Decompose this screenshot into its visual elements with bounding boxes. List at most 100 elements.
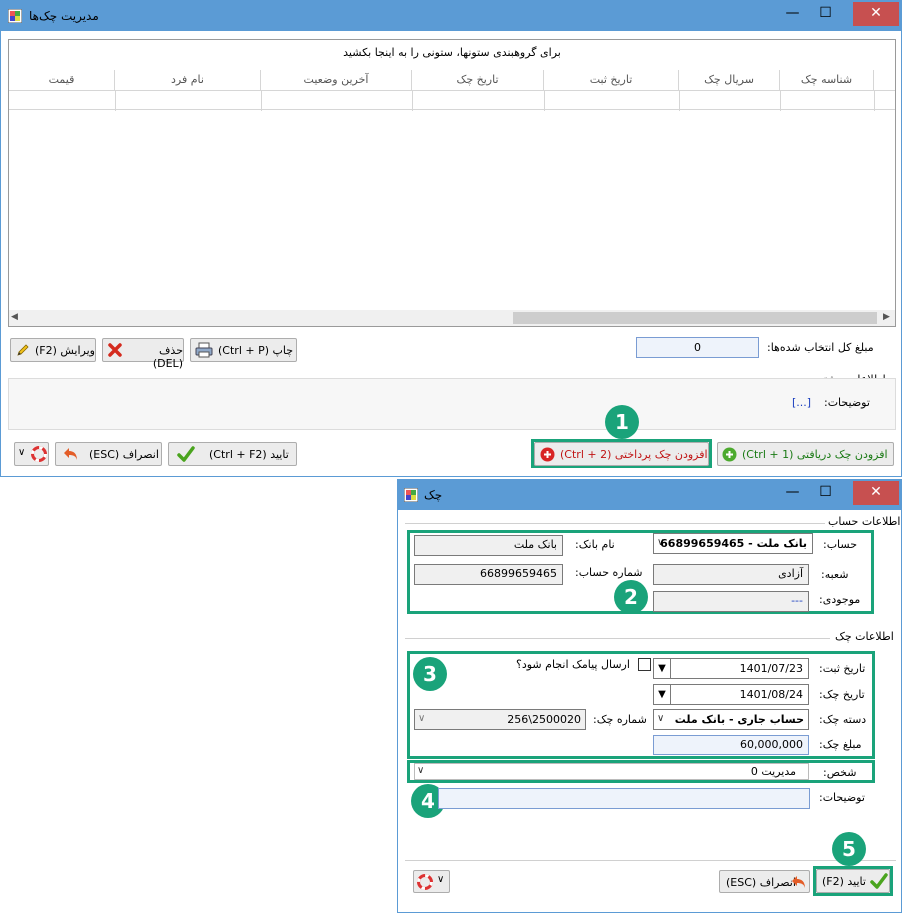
check-number-value: 256\2500020 (507, 713, 581, 726)
chevron-down-icon: ▼ (654, 685, 671, 704)
title-bar: مدیریت چک‌ها — ☐ ✕ (1, 1, 901, 31)
checkbook-value: حساب جاری - بانک ملت 9465ة (672, 713, 804, 726)
account-dropdown[interactable]: ∨ بانک ملت - 66899659465 (653, 533, 813, 554)
pencil-icon (16, 343, 30, 360)
account-number-label: شماره حساب: (575, 566, 643, 579)
column-header-check-id[interactable]: شناسه چک (780, 70, 874, 90)
check-date-value: 1401/08/24 (739, 688, 803, 701)
plus-red-icon (540, 447, 555, 465)
column-header-last-status[interactable]: آخرین وضعیت (261, 70, 412, 90)
chevron-down-icon: ∨ (437, 874, 445, 885)
minimize-button[interactable]: — (776, 2, 809, 26)
account-number-field: 66899659465 (414, 564, 563, 585)
person-label: شخص: (823, 766, 857, 779)
add-paid-check-button[interactable]: افزودن چک پرداختی (Ctrl + 2) (534, 442, 709, 466)
chevron-down-icon: ∨ (657, 713, 665, 724)
check-date-label: تاریخ چک: (819, 688, 865, 701)
app-icon (403, 487, 419, 503)
sms-label: ارسال پیامک انجام شود؟ (516, 658, 630, 671)
checks-grid[interactable]: برای گروهبندی ستونها، ستونی را به اینجا … (8, 39, 896, 327)
check-window-title: چک (424, 488, 443, 502)
add-received-check-button[interactable]: افزودن چک دریافتی (Ctrl + 1) (717, 442, 894, 466)
app-icon (7, 8, 23, 24)
check-title-bar: چک — ☐ ✕ (398, 480, 901, 510)
total-selected-label: مبلغ کل انتخاب شده‌ها: (767, 341, 874, 354)
branch-field: آزادی (653, 564, 809, 585)
edit-button-label: ویرایش (F2) (35, 344, 95, 357)
scroll-left-arrow[interactable]: ◀ (11, 312, 18, 322)
check-number-dropdown[interactable]: ∨ 256\2500020 (414, 709, 586, 730)
cancel-button-label: (ESC) انصراف (726, 876, 796, 889)
check-dialog-window: چک — ☐ ✕ اطلاعات حساب ∨ بانک ملت - 66899… (397, 479, 902, 913)
undo-arrow-icon (790, 874, 808, 893)
column-header-check-serial[interactable]: سریال چک (679, 70, 780, 90)
notes-label: توضیحات: (824, 396, 870, 409)
notes-label: توضیحات: (819, 791, 865, 804)
close-button[interactable]: ✕ (853, 481, 899, 505)
register-date-value: 1401/07/23 (739, 662, 803, 675)
branch-label: شعبه: (821, 568, 849, 581)
amount-field[interactable]: 60,000,000 (653, 735, 809, 755)
maximize-button[interactable]: ☐ (809, 2, 842, 26)
sms-checkbox[interactable] (638, 658, 651, 671)
balance-label: موجودی: (819, 593, 861, 606)
column-header-person-name[interactable]: نام فرد (115, 70, 261, 90)
cancel-button[interactable]: (ESC) انصراف (719, 870, 810, 893)
print-button[interactable]: چاپ (Ctrl + P) (190, 338, 297, 362)
scroll-right-arrow[interactable]: ▶ (883, 312, 890, 322)
add-paid-check-label: افزودن چک پرداختی (Ctrl + 2) (560, 448, 708, 461)
edit-button[interactable]: ویرایش (F2) (10, 338, 96, 362)
column-header-price[interactable]: قیمت (9, 70, 115, 90)
check-management-window: مدیریت چک‌ها — ☐ ✕ برای گروهبندی ستونها،… (0, 0, 902, 477)
register-date-label: تاریخ ثبت: (819, 662, 866, 675)
group-by-hint: برای گروهبندی ستونها، ستونی را به اینجا … (343, 46, 561, 59)
confirm-button-label: (F2) تایید (822, 875, 866, 888)
filter-row[interactable] (9, 90, 895, 111)
confirm-button[interactable]: تایید (Ctrl + F2) (168, 442, 297, 466)
delete-button-label: حذف (DEL) (152, 344, 183, 370)
step-badge-2: 2 (614, 580, 648, 614)
scrollbar-thumb[interactable] (513, 312, 877, 324)
minimize-button[interactable]: — (776, 481, 809, 505)
notes-value[interactable]: [...] (792, 396, 811, 409)
step-badge-1: 1 (605, 405, 639, 439)
check-icon (177, 446, 195, 465)
add-received-check-label: افزودن چک دریافتی (Ctrl + 1) (742, 448, 888, 461)
cancel-button[interactable]: انصراف (ESC) (55, 442, 162, 466)
step-badge-3: 3 (413, 657, 447, 691)
checkbook-dropdown[interactable]: ∨ حساب جاری - بانک ملت 9465ة (653, 709, 809, 730)
register-date-field[interactable]: ▼ 1401/07/23 (653, 658, 809, 679)
close-button[interactable]: ✕ (853, 2, 899, 26)
total-selected-field: 0 (636, 337, 759, 358)
check-group-label: اطلاعات چک (835, 630, 894, 643)
horizontal-scrollbar[interactable]: ◀ ▶ (9, 310, 895, 326)
window-title: مدیریت چک‌ها (29, 9, 99, 23)
person-dropdown[interactable]: ∨ مدیریت 0 (414, 763, 809, 780)
chevron-down-icon: ∨ (18, 447, 26, 458)
checkbook-label: دسته چک: (819, 713, 867, 726)
lifebuoy-icon (417, 874, 433, 893)
undo-arrow-icon (62, 446, 80, 465)
bank-name-field: بانک ملت (414, 535, 563, 556)
column-header-check-date[interactable]: تاریخ چک (412, 70, 544, 90)
delete-button[interactable]: حذف (DEL) (102, 338, 184, 370)
account-group-label: اطلاعات حساب (828, 515, 901, 528)
delete-x-icon (107, 342, 123, 361)
notes-input[interactable] (438, 788, 810, 809)
lifebuoy-icon (31, 446, 47, 465)
cancel-button-label: انصراف (ESC) (89, 448, 159, 461)
options-dropdown-button[interactable]: ∨ (413, 870, 450, 893)
confirm-button[interactable]: (F2) تایید (816, 869, 890, 893)
bank-name-label: نام بانک: (575, 538, 615, 551)
chevron-down-icon: ▼ (654, 659, 671, 678)
step-badge-5: 5 (832, 832, 866, 866)
confirm-button-label: تایید (Ctrl + F2) (209, 448, 289, 461)
maximize-button[interactable]: ☐ (809, 481, 842, 505)
options-dropdown-button[interactable]: ∨ (14, 442, 49, 466)
column-header-register-date[interactable]: تاریخ ثبت (544, 70, 679, 90)
printer-icon (195, 342, 213, 361)
check-icon (870, 873, 888, 892)
plus-green-icon (722, 447, 737, 465)
more-info-panel (8, 378, 896, 430)
check-date-field[interactable]: ▼ 1401/08/24 (653, 684, 809, 705)
